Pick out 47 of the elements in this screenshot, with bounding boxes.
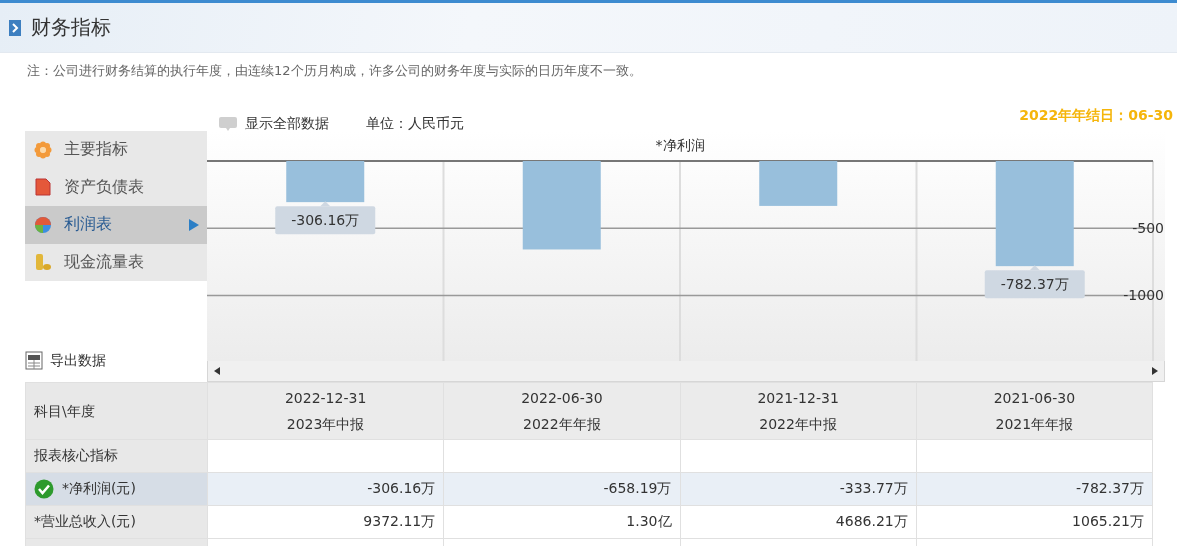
axis-tick-label: -1000 bbox=[1123, 287, 1164, 304]
sidebar-item[interactable]: 现金流量表 bbox=[25, 243, 207, 281]
chevron-icon bbox=[9, 19, 21, 36]
pie-ball-icon bbox=[34, 215, 52, 234]
page-title: 财务指标 bbox=[31, 14, 111, 41]
table-cell: 4686.21万 bbox=[680, 505, 917, 539]
table-header-cell: 2021-06-30 2021年年报 bbox=[916, 382, 1153, 440]
sidebar-item[interactable]: 资产负债表 bbox=[25, 168, 207, 206]
bar[interactable] bbox=[286, 161, 365, 203]
table-header-cell: 2021-12-31 2022年中报 bbox=[680, 382, 917, 440]
document-icon bbox=[34, 178, 52, 197]
arrow-icon bbox=[189, 218, 199, 231]
axis-tick-label: -500 bbox=[1132, 220, 1164, 237]
table-cell: 1065.21万 bbox=[916, 505, 1153, 539]
table-cell: -333.77万 bbox=[680, 472, 917, 506]
speech-bubble-icon[interactable] bbox=[219, 116, 237, 132]
chart-title: *净利润 bbox=[655, 137, 705, 153]
annotation: -306.16万 bbox=[291, 212, 360, 229]
horizontal-scrollbar[interactable] bbox=[208, 360, 1164, 381]
export-button[interactable]: 导出数据 bbox=[25, 350, 207, 372]
note-text: 注：公司进行财务结算的执行年度，由连续12个历月构成，许多公司的财务年度与实际的日历年度不一致。 bbox=[26, 62, 643, 80]
table-cell: -782.37万 bbox=[916, 472, 1153, 506]
flower-icon bbox=[34, 140, 52, 159]
bar[interactable] bbox=[522, 161, 601, 250]
sidebar-item[interactable]: 主要指标 bbox=[25, 131, 207, 169]
bar[interactable] bbox=[995, 161, 1074, 267]
check-icon bbox=[34, 479, 54, 499]
scroll-right-icon[interactable] bbox=[1152, 367, 1158, 375]
scroll-left-icon[interactable] bbox=[214, 367, 220, 375]
year-end-label: 2022年年结日：06-30 bbox=[1019, 107, 1173, 125]
bar[interactable] bbox=[759, 161, 838, 206]
coins-icon bbox=[34, 253, 52, 272]
table-cell: 9372.11万 bbox=[207, 505, 444, 539]
spreadsheet-icon bbox=[25, 351, 45, 371]
annotation: -782.37万 bbox=[1000, 276, 1069, 293]
value-tooltip: -306.16万 bbox=[275, 201, 376, 235]
sidebar-item[interactable]: 利润表 bbox=[25, 206, 207, 244]
table-cell: 报表核心指标 bbox=[25, 439, 208, 473]
table-cell: -658.19万 bbox=[443, 472, 680, 506]
table-header-cell: 科目\年度 bbox=[25, 382, 208, 440]
value-tooltip: -782.37万 bbox=[984, 265, 1085, 299]
table-cell: -306.16万 bbox=[207, 472, 444, 506]
table-header-cell: 2022-12-31 2023年中报 bbox=[207, 382, 444, 440]
show-all-link[interactable]: 显示全部数据 bbox=[245, 115, 329, 133]
table-cell: 1.30亿 bbox=[443, 505, 680, 539]
table-header-cell: 2022-06-30 2022年年报 bbox=[443, 382, 680, 440]
unit-label: 单位：人民币元 bbox=[366, 115, 464, 133]
